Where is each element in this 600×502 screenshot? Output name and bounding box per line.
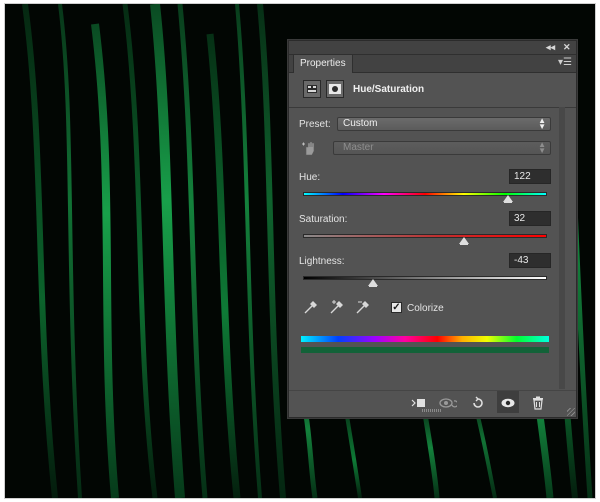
panel-tab-row: Properties ▾☰ (289, 55, 576, 73)
saturation-slider-track[interactable] (303, 234, 547, 238)
adjustment-title: Hue/Saturation (353, 84, 425, 95)
preset-select[interactable]: Custom ▲ ▼ (337, 117, 551, 131)
collapse-panel-icon[interactable]: ◂◂ (546, 41, 555, 54)
output-color-bar (301, 347, 549, 353)
tab-properties[interactable]: Properties (293, 55, 353, 73)
eyedropper-icon[interactable] (303, 299, 319, 315)
hue-saturation-adjustment-icon[interactable] (303, 80, 321, 98)
lightness-slider-thumb[interactable] (367, 279, 378, 287)
visibility-eye-icon[interactable] (497, 391, 519, 413)
reset-icon[interactable] (467, 391, 489, 413)
preset-label: Preset: (299, 119, 331, 130)
channel-value: Master (343, 142, 374, 153)
lightness-label: Lightness: (299, 256, 345, 267)
panel-titlebar[interactable]: ◂◂ ✕ (289, 41, 576, 55)
hue-value-input[interactable]: 122 (509, 169, 551, 184)
lightness-slider-track[interactable] (303, 276, 547, 280)
input-color-bar (301, 336, 549, 342)
colorize-checkbox[interactable]: ✓ (391, 302, 402, 313)
select-arrows-icon: ▲ ▼ (538, 116, 546, 131)
close-panel-icon[interactable]: ✕ (563, 41, 571, 54)
colorize-label: Colorize (407, 303, 444, 314)
saturation-label: Saturation: (299, 214, 348, 225)
preset-value: Custom (343, 118, 378, 129)
resize-handle[interactable] (567, 408, 575, 416)
properties-panel: ◂◂ ✕ Properties ▾☰ Hue/Saturation Preset… (288, 40, 577, 418)
targeted-adjustment-hand-icon[interactable] (301, 139, 319, 157)
panel-grip[interactable] (422, 409, 442, 412)
hue-slider-thumb[interactable] (502, 195, 513, 203)
trash-icon[interactable] (527, 391, 549, 413)
panel-menu-icon[interactable]: ▾☰ (558, 57, 572, 69)
saturation-value-input[interactable]: 32 (509, 211, 551, 226)
select-arrows-icon: ▲ ▼ (538, 140, 546, 155)
adjustment-header: Hue/Saturation (289, 73, 576, 108)
hue-label: Hue: (299, 172, 321, 183)
eyedropper-subtract-icon[interactable] (355, 299, 371, 315)
panel-scrollbar[interactable] (559, 107, 565, 389)
lightness-value-input[interactable]: -43 (509, 253, 551, 268)
saturation-slider-thumb[interactable] (459, 237, 470, 245)
eyedropper-add-icon[interactable] (329, 299, 345, 315)
layer-mask-icon[interactable] (326, 80, 344, 98)
channel-select: Master ▲ ▼ (333, 141, 551, 155)
